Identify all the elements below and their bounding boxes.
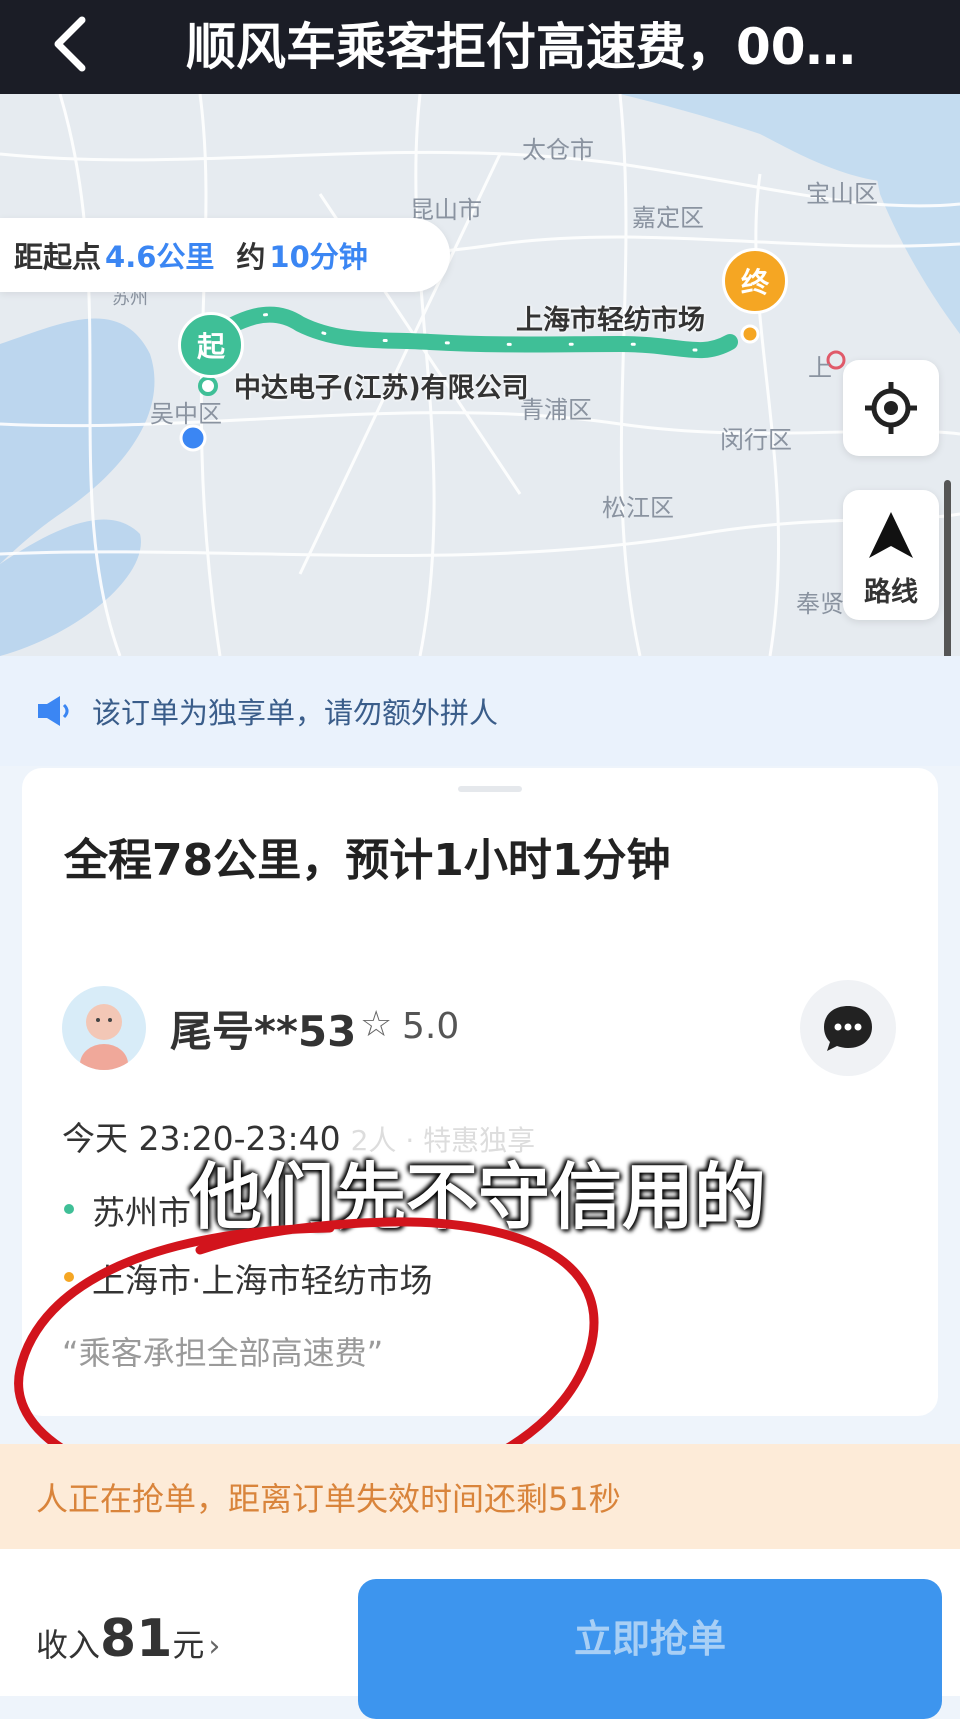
passenger-rating: 5.0: [402, 1006, 460, 1047]
trip-summary: 全程78公里，预计1小时1分钟: [64, 835, 671, 886]
locate-icon: [865, 382, 917, 434]
map-label: 松江区: [602, 494, 674, 522]
end-location-label: 上海市轻纺市场: [516, 305, 705, 336]
grab-status-bar: 人正在抢单，距离订单失效时间还剩51秒: [0, 1444, 960, 1549]
star-icon: ☆: [360, 1004, 393, 1045]
income-value: 81: [100, 1609, 173, 1669]
distance-prefix: 距起点: [14, 240, 102, 274]
speaker-icon: [38, 696, 69, 726]
chevron-right-icon: ›: [208, 1629, 221, 1664]
distance-pill: 距起点 4.6公里 约 10分钟: [0, 218, 450, 292]
route-button-label: 路线: [864, 577, 918, 608]
locate-button[interactable]: [843, 360, 939, 456]
map-label: 青浦区: [520, 396, 592, 424]
order-card: 全程78公里，预计1小时1分钟 尾号**53 ☆ 5.0 今天 23:20-23…: [22, 768, 938, 1416]
bottom-bar: 收入81元 › 立即抢单: [0, 1549, 960, 1719]
map-label: 闵行区: [720, 426, 792, 454]
origin-dot: [64, 1204, 74, 1214]
avatar: [62, 986, 146, 1070]
avatar-image: [80, 1004, 128, 1070]
income-prefix: 收入: [36, 1626, 101, 1664]
top-bar: 顺风车乘客拒付高速费，00…: [0, 0, 960, 94]
exclusive-order-notice: 该订单为独享单，请勿额外拼人: [0, 656, 960, 766]
start-location-label: 中达电子(江苏)有限公司: [234, 373, 529, 404]
passenger-remark: “乘客承担全部高速费”: [62, 1334, 384, 1372]
map-label: 太仓市: [522, 136, 594, 164]
notice-text: 该订单为独享单，请勿额外拼人: [92, 696, 499, 730]
subtitle-overlay: 他们先不守信用的: [190, 1155, 767, 1239]
passenger-nickname: 尾号**53: [170, 1007, 357, 1056]
time-value: 10分钟: [269, 240, 368, 274]
grab-order-button[interactable]: 立即抢单: [358, 1579, 942, 1719]
drag-handle[interactable]: [458, 786, 522, 792]
grab-status-text: 人正在抢单，距离订单失效时间还剩51秒: [36, 1479, 621, 1518]
map-label: 吴中区: [150, 400, 222, 428]
chat-button[interactable]: [800, 980, 896, 1076]
route-map[interactable]: 太仓市 昆山市 嘉定区 宝山区 苏州 吴中区 青浦区 闵行区 松江区 奉贤区 上…: [0, 94, 960, 656]
navigation-arrow-icon: [869, 512, 913, 558]
destination-dot: [64, 1272, 74, 1282]
origin-address: 苏州市: [92, 1193, 191, 1232]
back-icon[interactable]: [44, 14, 104, 74]
map-label: 上: [808, 354, 832, 382]
time-prefix: 约: [236, 240, 266, 274]
income-link[interactable]: 收入81元 ›: [36, 1609, 220, 1669]
map-label: 嘉定区: [632, 204, 704, 232]
income-unit: 元: [172, 1626, 205, 1664]
page-title: 顺风车乘客拒付高速费，00…: [186, 18, 856, 76]
map-label: 宝山区: [806, 180, 878, 208]
end-pin: 终: [722, 248, 788, 314]
distance-value: 4.6公里: [105, 240, 215, 274]
route-button[interactable]: 路线: [843, 490, 939, 620]
chat-bubble-icon: [824, 1006, 872, 1051]
destination-address: 上海市·上海市轻纺市场: [92, 1261, 433, 1300]
